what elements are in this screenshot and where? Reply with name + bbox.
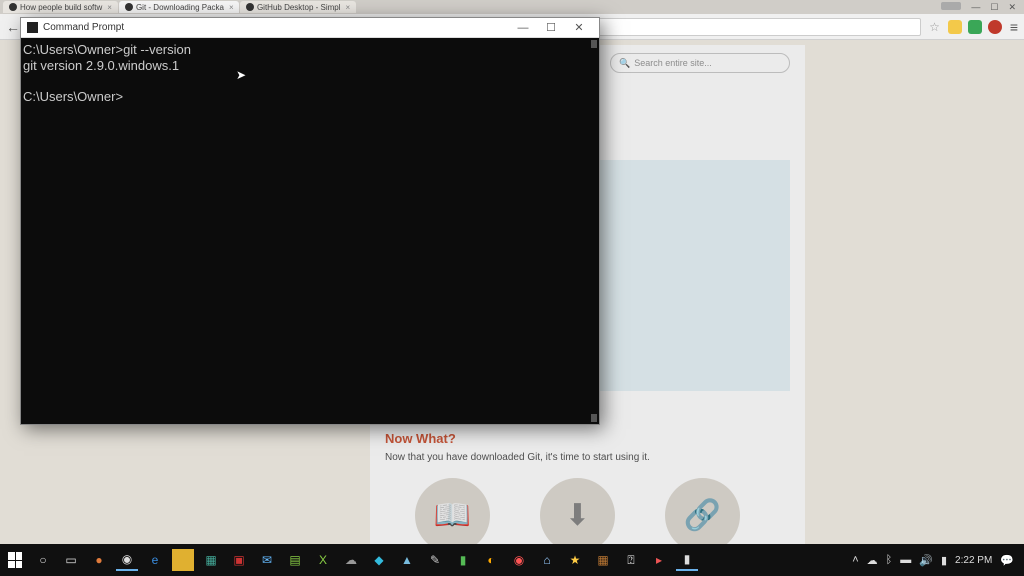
firefox-icon[interactable]: ● bbox=[88, 549, 110, 571]
minimize-button[interactable]: — bbox=[971, 2, 980, 13]
scroll-up-icon[interactable] bbox=[591, 40, 597, 48]
browser-window-controls: — ☐ ✕ bbox=[933, 0, 1024, 15]
tab-label: Git - Downloading Packa bbox=[136, 3, 224, 12]
app-icon[interactable]: ◉ bbox=[508, 549, 530, 571]
app-icon[interactable]: ▣ bbox=[228, 549, 250, 571]
tab-bar: How people build softw × Git - Downloadi… bbox=[0, 0, 1024, 14]
task-view-button[interactable]: ▭ bbox=[60, 549, 82, 571]
tab-label: How people build softw bbox=[20, 3, 102, 12]
system-tray: ˄ ☁ ᛒ ▬ 🔊 ▮ 2:22 PM 💬 bbox=[852, 554, 1020, 567]
browser-tab-git-download[interactable]: Git - Downloading Packa × bbox=[119, 1, 239, 13]
cmd-close-button[interactable]: ✕ bbox=[565, 21, 593, 34]
cmd-output: git version 2.9.0.windows.1 bbox=[23, 58, 179, 73]
app-icon[interactable]: ▮ bbox=[452, 549, 474, 571]
cmd-titlebar[interactable]: Command Prompt — ☐ ✕ bbox=[21, 18, 599, 38]
search-icon: 🔍 bbox=[619, 58, 630, 69]
bookmark-star-icon[interactable]: ☆ bbox=[929, 20, 940, 34]
onedrive-icon[interactable]: ☁ bbox=[867, 554, 878, 567]
edge-icon[interactable]: e bbox=[144, 549, 166, 571]
start-button[interactable] bbox=[4, 549, 26, 571]
cmd-prompt: C:\Users\Owner> bbox=[23, 89, 123, 104]
extension-icon[interactable] bbox=[948, 20, 962, 34]
cmd-taskbar-icon[interactable]: ▮ bbox=[676, 549, 698, 571]
browser-tab-github[interactable]: How people build softw × bbox=[3, 1, 118, 13]
file-explorer-icon[interactable] bbox=[172, 549, 194, 571]
search-placeholder: Search entire site... bbox=[634, 58, 712, 68]
cmd-icon bbox=[27, 22, 38, 33]
download-icon[interactable]: ⬇ bbox=[540, 478, 615, 544]
app-icon[interactable]: ⍰ bbox=[620, 549, 642, 571]
app-icon[interactable]: ▸ bbox=[648, 549, 670, 571]
extension-icon[interactable] bbox=[968, 20, 982, 34]
cmd-prompt: C:\Users\Owner> bbox=[23, 42, 123, 57]
app-icon[interactable]: ▦ bbox=[200, 549, 222, 571]
tab-label: GitHub Desktop - Simpl bbox=[257, 3, 341, 12]
command-prompt-window[interactable]: Command Prompt — ☐ ✕ C:\Users\Owner>git … bbox=[20, 17, 600, 425]
cmd-title-text: Command Prompt bbox=[43, 22, 124, 33]
app-icon[interactable]: ✎ bbox=[424, 549, 446, 571]
close-tab-icon[interactable]: × bbox=[107, 3, 112, 12]
app-icon[interactable]: ⌂ bbox=[536, 549, 558, 571]
cmd-maximize-button[interactable]: ☐ bbox=[537, 21, 565, 34]
taskbar-clock[interactable]: 2:22 PM bbox=[955, 555, 992, 566]
nav-back-button[interactable]: ← bbox=[6, 19, 20, 35]
cortana-button[interactable]: ○ bbox=[32, 549, 54, 571]
cmd-terminal-area[interactable]: C:\Users\Owner>git --version git version… bbox=[21, 38, 599, 424]
taskbar: ○ ▭ ● ◉ e ▦ ▣ ✉ ▤ X ☁ ◆ ▲ ✎ ▮ ◐ ◉ ⌂ ★ ▦ … bbox=[0, 544, 1024, 576]
site-search-input[interactable]: 🔍 Search entire site... bbox=[610, 53, 790, 73]
app-icon[interactable]: ★ bbox=[564, 549, 586, 571]
adblock-icon[interactable] bbox=[988, 20, 1002, 34]
mouse-cursor-icon: ➤ bbox=[236, 68, 246, 82]
browser-tab-github-desktop[interactable]: GitHub Desktop - Simpl × bbox=[240, 1, 356, 13]
cmd-minimize-button[interactable]: — bbox=[509, 22, 537, 34]
book-icon[interactable]: 📖 bbox=[415, 478, 490, 544]
battery-icon[interactable]: ▮ bbox=[941, 554, 947, 567]
volume-icon[interactable]: 🔊 bbox=[919, 554, 933, 567]
favicon-icon bbox=[246, 3, 254, 11]
app-icon[interactable]: ▦ bbox=[592, 549, 614, 571]
network-icon[interactable]: ▬ bbox=[900, 554, 911, 566]
bluetooth-icon[interactable]: ᛒ bbox=[886, 554, 893, 566]
cmd-input-text: git --version bbox=[123, 42, 191, 57]
app-icon[interactable]: ✉ bbox=[256, 549, 278, 571]
close-tab-icon[interactable]: × bbox=[346, 3, 351, 12]
now-what-section: Now What? Now that you have downloaded G… bbox=[385, 431, 790, 544]
favicon-icon bbox=[125, 3, 133, 11]
now-what-text: Now that you have downloaded Git, it's t… bbox=[385, 452, 790, 463]
notifications-icon[interactable]: 💬 bbox=[1000, 554, 1014, 567]
app-icon[interactable]: ☁ bbox=[340, 549, 362, 571]
cmd-scrollbar[interactable] bbox=[589, 38, 599, 424]
close-tab-icon[interactable]: × bbox=[229, 3, 234, 12]
user-badge bbox=[941, 2, 961, 10]
app-icon[interactable]: ▲ bbox=[396, 549, 418, 571]
app-icon[interactable]: ◐ bbox=[480, 549, 502, 571]
app-icon[interactable]: ◆ bbox=[368, 549, 390, 571]
chrome-icon[interactable]: ◉ bbox=[116, 549, 138, 571]
maximize-button[interactable]: ☐ bbox=[990, 2, 998, 13]
scroll-down-icon[interactable] bbox=[591, 414, 597, 422]
browser-menu-button[interactable]: ≡ bbox=[1010, 19, 1018, 35]
close-button[interactable]: ✕ bbox=[1008, 2, 1016, 13]
excel-icon[interactable]: X bbox=[312, 549, 334, 571]
tray-chevron-icon[interactable]: ˄ bbox=[852, 554, 858, 566]
link-icon[interactable]: 🔗 bbox=[665, 478, 740, 544]
app-icon[interactable]: ▤ bbox=[284, 549, 306, 571]
now-what-heading: Now What? bbox=[385, 431, 790, 446]
extension-tray bbox=[948, 20, 1002, 34]
favicon-icon bbox=[9, 3, 17, 11]
